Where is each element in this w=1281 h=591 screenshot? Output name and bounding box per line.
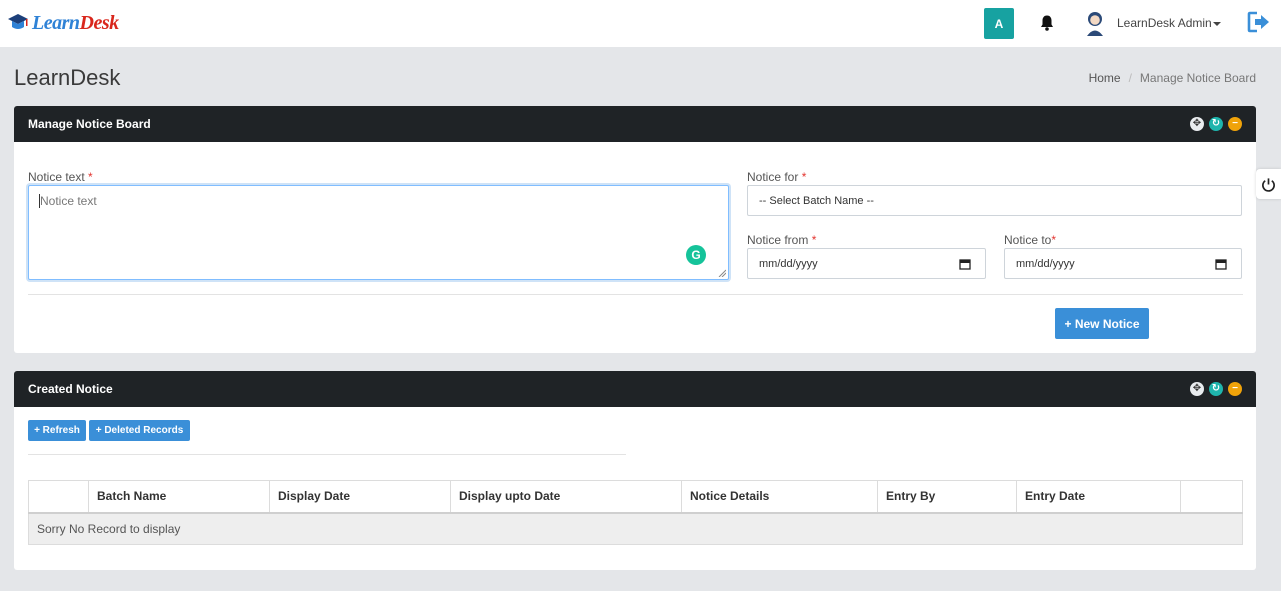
batch-select-value: -- Select Batch Name -- — [759, 194, 874, 207]
column-header-notice-details[interactable]: Notice Details — [681, 480, 878, 514]
breadcrumb-current: Manage Notice Board — [1139, 71, 1256, 85]
column-header-display-date[interactable]: Display Date — [269, 480, 451, 514]
column-header-entry-by[interactable]: Entry By — [877, 480, 1017, 514]
toolbar-divider — [28, 454, 626, 455]
chevron-down-icon[interactable] — [1213, 22, 1221, 26]
user-name[interactable]: LearnDesk Admin — [1117, 16, 1212, 30]
graduation-cap-icon — [8, 14, 28, 29]
empty-message: Sorry No Record to display — [28, 512, 1243, 545]
panel-title: Created Notice — [28, 382, 113, 396]
breadcrumb-home[interactable]: Home — [1089, 71, 1121, 85]
column-header-entry-date[interactable]: Entry Date — [1016, 480, 1181, 514]
brand-name: LearnDesk — [32, 11, 119, 34]
panel-header: Created Notice ✥ ↻ − — [14, 371, 1256, 407]
collapse-icon[interactable]: − — [1228, 382, 1242, 396]
bell-icon[interactable] — [1039, 14, 1055, 32]
breadcrumb: Home / Manage Notice Board — [1089, 71, 1256, 85]
panel-tools: ✥ ↻ − — [1190, 117, 1242, 131]
top-navbar: LearnDesk A LearnDesk Admin — [0, 0, 1281, 47]
user-avatar-icon[interactable] — [1084, 10, 1106, 36]
power-icon — [1262, 177, 1275, 192]
notice-to-label: Notice to* — [1004, 233, 1057, 247]
table-header-row: Batch Name Display Date Display upto Dat… — [28, 480, 1243, 514]
avatar-button[interactable]: A — [984, 8, 1014, 39]
new-notice-button[interactable]: + New Notice — [1055, 308, 1149, 339]
column-header — [28, 480, 89, 514]
move-icon[interactable]: ✥ — [1190, 382, 1204, 396]
column-header — [1180, 480, 1243, 514]
notice-from-date-input[interactable]: mm/dd/yyyy — [747, 248, 986, 279]
collapse-icon[interactable]: − — [1228, 117, 1242, 131]
reload-icon[interactable]: ↻ — [1209, 382, 1223, 396]
deleted-records-button[interactable]: + Deleted Records — [89, 420, 190, 441]
notice-to-date-input[interactable]: mm/dd/yyyy — [1004, 248, 1242, 279]
column-header-display-upto-date[interactable]: Display upto Date — [450, 480, 682, 514]
notice-for-label: Notice for * — [747, 170, 807, 184]
grammarly-icon[interactable]: G — [686, 245, 706, 265]
logout-icon[interactable] — [1247, 11, 1271, 33]
calendar-icon[interactable] — [959, 258, 971, 270]
breadcrumb-separator: / — [1128, 71, 1132, 85]
notice-text-input[interactable]: Notice text G — [28, 185, 729, 280]
reload-icon[interactable]: ↻ — [1209, 117, 1223, 131]
panel-title: Manage Notice Board — [28, 117, 151, 131]
created-notice-panel: Created Notice ✥ ↻ − + Refresh + Deleted… — [14, 371, 1256, 570]
notice-table: Batch Name Display Date Display upto Dat… — [28, 480, 1243, 545]
manage-notice-panel: Manage Notice Board ✥ ↻ − Notice text * … — [14, 106, 1256, 353]
column-header-batch-name[interactable]: Batch Name — [88, 480, 270, 514]
notice-from-label: Notice from * — [747, 233, 817, 247]
panel-header: Manage Notice Board ✥ ↻ − — [14, 106, 1256, 142]
refresh-button[interactable]: + Refresh — [28, 420, 86, 441]
power-toggle[interactable] — [1256, 169, 1281, 199]
calendar-icon[interactable] — [1215, 258, 1227, 270]
resize-handle-icon[interactable] — [718, 269, 726, 277]
panel-tools: ✥ ↻ − — [1190, 382, 1242, 396]
form-divider — [28, 294, 1243, 295]
notice-from-value: mm/dd/yyyy — [759, 257, 818, 270]
notice-text-label: Notice text * — [28, 170, 93, 184]
notice-to-value: mm/dd/yyyy — [1016, 257, 1075, 270]
table-row: Sorry No Record to display — [28, 512, 1243, 545]
move-icon[interactable]: ✥ — [1190, 117, 1204, 131]
brand-logo[interactable]: LearnDesk — [7, 10, 119, 36]
notice-text-placeholder: Notice text — [40, 194, 97, 208]
page-title: LearnDesk — [14, 65, 121, 90]
batch-select[interactable]: -- Select Batch Name -- — [747, 185, 1242, 216]
